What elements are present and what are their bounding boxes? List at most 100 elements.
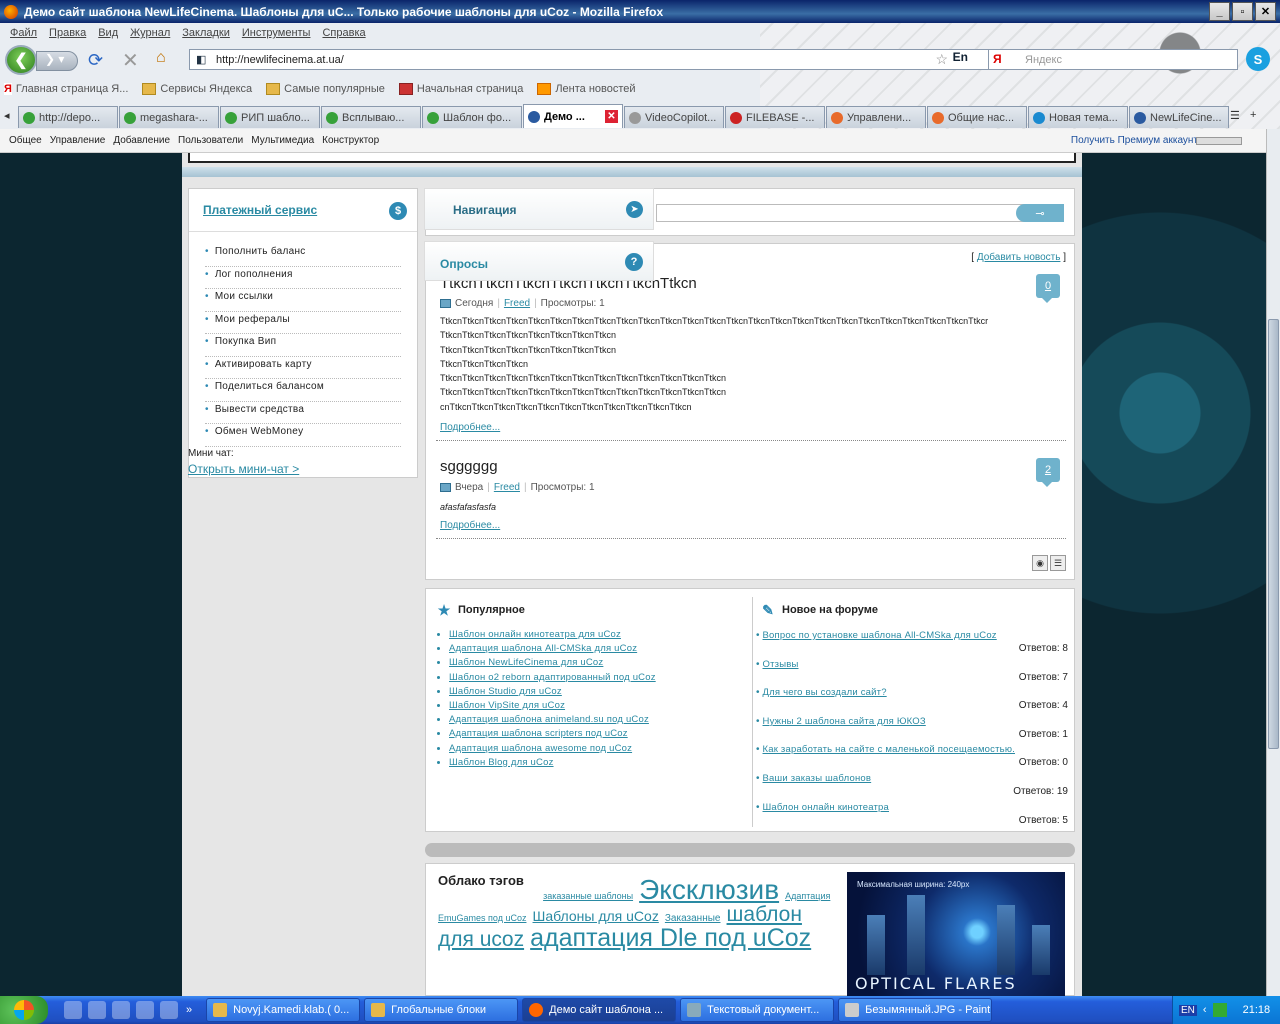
skype-icon[interactable]: S xyxy=(1246,47,1270,71)
chevron-right-icon[interactable]: » xyxy=(186,1004,192,1016)
menu-help[interactable]: Справка xyxy=(316,25,371,45)
tab-list-icon[interactable]: ☰ xyxy=(1230,109,1240,122)
chevron-left-icon[interactable]: ‹ xyxy=(1203,1004,1207,1016)
comments-count[interactable]: 2 xyxy=(1036,458,1060,487)
maximize-icon[interactable]: ▫ xyxy=(1232,2,1253,21)
read-more-link[interactable]: Подробнее... xyxy=(440,422,500,433)
search-box[interactable]: Я Яндекс xyxy=(988,49,1238,70)
language-indicator[interactable]: EN xyxy=(1179,1004,1197,1016)
taskbar-item-active[interactable]: Демо сайт шаблона ... xyxy=(522,998,677,1022)
tab[interactable]: FILEBASE -... xyxy=(725,106,825,128)
list-item[interactable]: Адаптация шаблона animeland.su под uCoz xyxy=(449,714,656,728)
list-item[interactable]: Адаптация шаблона awesome под uCoz xyxy=(449,743,656,757)
taskbar-item[interactable]: Novyj.Kamedi.klab.( 0... xyxy=(206,998,361,1022)
ucoz-menu-multimedia[interactable]: Мультимедиа xyxy=(251,135,314,146)
site-search-button[interactable]: ⊸ xyxy=(1016,204,1064,222)
optical-flares-banner[interactable]: Максимальная ширина: 240px OPTICAL FLARE… xyxy=(847,872,1065,997)
site-search-input[interactable] xyxy=(656,204,1026,222)
address-bar[interactable]: ◧ http://newlifecinema.at.ua/ ☆ En xyxy=(189,49,989,70)
payment-menu-item[interactable]: Поделиться балансом xyxy=(205,379,401,402)
start-button[interactable] xyxy=(0,996,48,1024)
list-item[interactable]: Шаблон VipSite для uCoz xyxy=(449,700,656,714)
list-item[interactable]: Шаблон o2 reborn адаптированный под uCoz xyxy=(449,672,656,686)
menu-edit[interactable]: Правка xyxy=(43,25,92,45)
payment-menu-item[interactable]: Обмен WebMoney xyxy=(205,424,401,447)
tab[interactable]: http://depo... xyxy=(18,106,118,128)
toolbar-slider[interactable] xyxy=(1196,137,1242,145)
tab[interactable]: Общие нас... xyxy=(927,106,1027,128)
minimize-icon[interactable]: _ xyxy=(1209,2,1230,21)
vertical-scrollbar[interactable] xyxy=(1266,129,1280,996)
polls-panel[interactable]: Опросы ? xyxy=(424,241,654,281)
payment-menu-item[interactable]: Пополнить баланс xyxy=(205,244,401,267)
taskbar-item[interactable]: Текстовый документ... xyxy=(680,998,835,1022)
list-item[interactable]: Адаптация шаблона scripters под uCoz xyxy=(449,728,656,742)
quick-launch-icon[interactable] xyxy=(136,1001,154,1019)
tab[interactable]: Новая тема... xyxy=(1028,106,1128,128)
quick-launch-icon[interactable] xyxy=(112,1001,130,1019)
tag-link[interactable]: Заказанные xyxy=(665,913,721,924)
navigation-panel[interactable]: Навигация ➤ xyxy=(424,188,654,230)
read-more-link[interactable]: Подробнее... xyxy=(440,520,500,531)
tag-link[interactable]: адаптация Dle под uCoz xyxy=(530,924,811,952)
taskbar-item[interactable]: Безымянный.JPG - Paint xyxy=(838,998,993,1022)
payment-menu-item[interactable]: Покупка Вип xyxy=(205,334,401,357)
forward-button[interactable]: ❯ ▾ xyxy=(36,51,78,71)
bookmark-news-feed[interactable]: Лента новостей xyxy=(537,83,636,95)
payment-menu-item[interactable]: Активировать карту xyxy=(205,357,401,379)
close-tab-icon[interactable]: ✕ xyxy=(605,110,618,123)
reload-icon[interactable]: ⟳ xyxy=(88,50,103,71)
bookmark-star-icon[interactable]: ☆ xyxy=(935,51,948,68)
tab[interactable]: Всплываю... xyxy=(321,106,421,128)
bookmark-yandex-home[interactable]: Я Главная страница Я... xyxy=(4,83,128,95)
yandex-icon[interactable]: Я xyxy=(993,52,1002,66)
close-icon[interactable]: ✕ xyxy=(1255,2,1276,21)
payment-service-title[interactable]: Платежный сервис xyxy=(203,203,317,217)
bookmark-start-page[interactable]: Начальная страница xyxy=(398,83,523,95)
list-item[interactable]: Шаблон Blog для uCoz xyxy=(449,757,656,771)
tab-active[interactable]: Демо ... ✕ xyxy=(523,104,623,128)
tab[interactable]: megashara-... xyxy=(119,106,219,128)
tag-link[interactable]: заказанные шаблоны xyxy=(543,891,633,901)
bookmark-most-popular[interactable]: Самые популярные xyxy=(266,83,385,95)
author-link[interactable]: Freed xyxy=(504,298,530,309)
ucoz-menu-management[interactable]: Управление xyxy=(50,135,106,146)
menu-file[interactable]: Файл xyxy=(4,25,43,45)
menu-tools[interactable]: Инструменты xyxy=(236,25,317,45)
tab[interactable]: NewLifeCine... xyxy=(1129,106,1229,128)
tab[interactable]: Шаблон фо... xyxy=(422,106,522,128)
internet-explorer-icon[interactable] xyxy=(160,1001,178,1019)
list-item[interactable]: Шаблон Studio для uCoz xyxy=(449,686,656,700)
tab[interactable]: Управлени... xyxy=(826,106,926,128)
quick-launch-icon[interactable] xyxy=(64,1001,82,1019)
author-link[interactable]: Freed xyxy=(494,482,520,493)
ucoz-menu-constructor[interactable]: Конструктор xyxy=(322,135,379,146)
payment-menu-item[interactable]: Мои ссылки xyxy=(205,289,401,312)
tag-link[interactable]: Эксклюзив xyxy=(639,874,779,905)
list-view-icon[interactable]: ☰ xyxy=(1050,555,1066,571)
payment-menu-item[interactable]: Лог пополнения xyxy=(205,267,401,289)
menu-bookmarks[interactable]: Закладки xyxy=(176,25,236,45)
list-item[interactable]: Шаблон онлайн кинотеатра для uCoz xyxy=(449,629,656,643)
open-minichat-link[interactable]: Открыть мини-чат > xyxy=(188,462,299,476)
list-item[interactable]: Шаблон NewLifeCinema для uCoz xyxy=(449,657,656,671)
news-title[interactable]: sgggggg xyxy=(440,458,498,475)
ucoz-menu-general[interactable]: Общее xyxy=(9,135,42,146)
payment-menu-item[interactable]: Мои рефералы xyxy=(205,312,401,334)
new-tab-icon[interactable]: + xyxy=(1250,109,1256,121)
menu-view[interactable]: Вид xyxy=(92,25,124,45)
menu-history[interactable]: Журнал xyxy=(124,25,176,45)
list-item[interactable]: Адаптация шаблона All-CMSka для uCoz xyxy=(449,643,656,657)
ucoz-menu-users[interactable]: Пользователи xyxy=(178,135,243,146)
taskbar-item[interactable]: Глобальные блоки xyxy=(364,998,519,1022)
tray-app-icon[interactable] xyxy=(1212,1003,1227,1017)
quick-launch-icon[interactable] xyxy=(88,1001,106,1019)
tab[interactable]: VideoCopilot... xyxy=(624,106,724,128)
grid-view-icon[interactable]: ◉ xyxy=(1032,555,1048,571)
home-icon[interactable]: ⌂ xyxy=(156,49,166,67)
back-button[interactable]: ❮ xyxy=(5,45,37,75)
tab[interactable]: РИП шабло... xyxy=(220,106,320,128)
tag-link[interactable]: Шаблоны для uCoz xyxy=(533,908,659,924)
bookmark-yandex-services[interactable]: Сервисы Яндекса xyxy=(142,83,252,95)
comments-count[interactable]: 0 xyxy=(1036,274,1060,303)
